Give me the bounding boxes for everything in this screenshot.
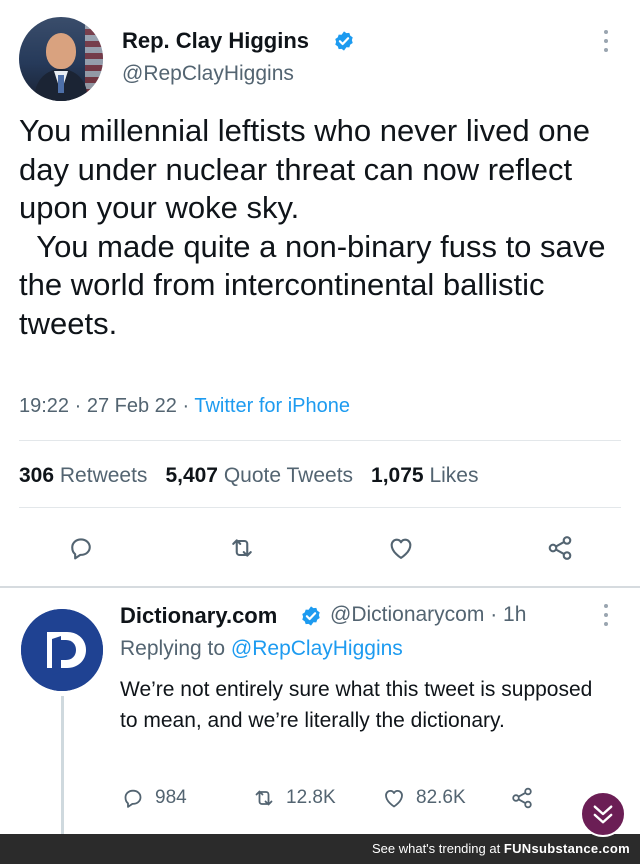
share-icon [512, 787, 532, 809]
likes-count: 1,075 [371, 464, 424, 487]
funsubstance-brand: FUNsubstance.com [503, 841, 630, 856]
retweet-count: 12.8K [286, 787, 336, 808]
replying-prefix: Replying to [120, 637, 226, 660]
like-count: 82.6K [416, 787, 466, 808]
tweet-text: You millennial leftists who never lived … [19, 113, 606, 341]
reply-handle-line: @Dictionarycom · 1h [330, 603, 526, 627]
quotes-count: 5,407 [165, 464, 218, 487]
main-tweet: Rep. Clay Higgins @RepClayHiggins You mi… [0, 0, 640, 590]
reply-text: We’re not entirely sure what this tweet … [120, 678, 593, 732]
retweet-action[interactable]: 12.8K [252, 786, 336, 810]
thread-line [61, 696, 64, 834]
divider [19, 507, 621, 508]
reply-icon[interactable] [67, 534, 95, 562]
replying-to: Replying to @RepClayHiggins [120, 637, 403, 661]
dictionary-logo-avatar[interactable] [21, 609, 103, 691]
tweet-date[interactable]: 27 Feb 22 [87, 395, 177, 417]
tweet-meta: 19:22 · 27 Feb 22 · Twitter for iPhone [19, 395, 350, 418]
retweets-count: 306 [19, 464, 55, 487]
tweet-source[interactable]: Twitter for iPhone [194, 395, 350, 417]
likes-stat[interactable]: 1,075 Likes [371, 464, 478, 487]
handle-separator: · [490, 603, 498, 626]
trending-text[interactable]: See what's trending at FUNsubstance.com [372, 841, 630, 856]
divider [19, 440, 621, 441]
replying-mention[interactable]: @RepClayHiggins [231, 637, 403, 660]
like-action[interactable]: 82.6K [382, 786, 466, 810]
heart-icon [385, 790, 403, 808]
tweet-separator [0, 586, 640, 588]
reply-icon [124, 789, 142, 808]
chevron-down-icon[interactable] [580, 791, 626, 837]
reply-author-name[interactable]: Dictionary.com [120, 603, 277, 629]
reply-age[interactable]: 1h [503, 603, 526, 626]
retweet-icon[interactable] [228, 534, 256, 562]
heart-icon[interactable] [387, 534, 415, 562]
funsubstance-footer: See what's trending at FUNsubstance.com [0, 834, 640, 864]
quotes-stat[interactable]: 5,407 Quote Tweets [165, 464, 353, 487]
trending-prefix: See what's trending at [371, 841, 504, 856]
likes-label: Likes [429, 464, 479, 487]
reply-tweet: Dictionary.com @Dictionarycom · 1h Reply… [0, 590, 640, 834]
verified-badge-icon [300, 605, 322, 627]
more-vertical-icon[interactable] [601, 30, 611, 56]
quotes-label: Quote Tweets [223, 464, 354, 487]
retweets-stat[interactable]: 306 Retweets [19, 464, 147, 487]
meta-separator: · [182, 395, 190, 417]
retweet-icon [255, 790, 273, 806]
more-vertical-icon[interactable] [601, 604, 611, 630]
author-name[interactable]: Rep. Clay Higgins [122, 28, 309, 54]
avatar[interactable] [19, 17, 103, 101]
meta-separator: · [74, 395, 82, 417]
share-icon[interactable] [546, 534, 574, 562]
tweet-time[interactable]: 19:22 [19, 395, 69, 417]
reply-action[interactable]: 984 [121, 786, 187, 810]
engagement-stats: 306 Retweets 5,407 Quote Tweets 1,075 Like… [19, 464, 478, 488]
author-handle[interactable]: @RepClayHiggins [122, 62, 294, 86]
reply-handle[interactable]: @Dictionarycom [330, 603, 484, 626]
share-action[interactable] [510, 786, 544, 810]
verified-badge-icon [333, 30, 355, 52]
retweets-label: Retweets [59, 464, 148, 487]
reply-count: 984 [155, 787, 187, 808]
